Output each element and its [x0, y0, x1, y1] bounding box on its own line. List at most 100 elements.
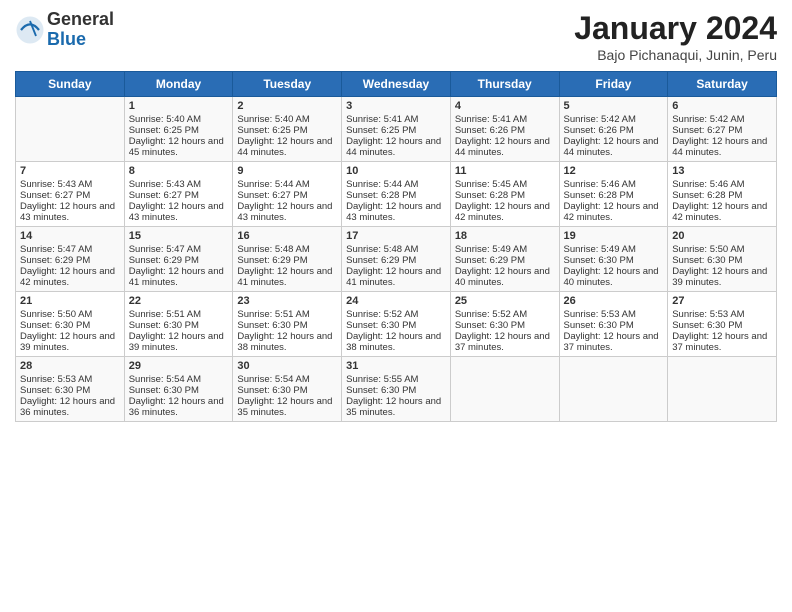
sunset-text: Sunset: 6:30 PM	[346, 320, 446, 331]
daylight-text: Daylight: 12 hours and 42 minutes.	[564, 201, 664, 223]
daylight-text: Daylight: 12 hours and 43 minutes.	[237, 201, 337, 223]
sunset-text: Sunset: 6:25 PM	[237, 125, 337, 136]
logo-text: General Blue	[47, 10, 114, 50]
daylight-text: Daylight: 12 hours and 43 minutes.	[129, 201, 229, 223]
daylight-text: Daylight: 12 hours and 36 minutes.	[129, 396, 229, 418]
main-container: General Blue January 2024 Bajo Pichanaqu…	[0, 0, 792, 432]
calendar-cell: 20Sunrise: 5:50 AMSunset: 6:30 PMDayligh…	[668, 227, 777, 292]
week-row-1: 1Sunrise: 5:40 AMSunset: 6:25 PMDaylight…	[16, 97, 777, 162]
sunset-text: Sunset: 6:27 PM	[20, 190, 120, 201]
day-header-thursday: Thursday	[450, 72, 559, 97]
title-block: January 2024 Bajo Pichanaqui, Junin, Per…	[574, 10, 777, 63]
sunrise-text: Sunrise: 5:54 AM	[129, 374, 229, 385]
calendar-cell: 22Sunrise: 5:51 AMSunset: 6:30 PMDayligh…	[124, 292, 233, 357]
sunrise-text: Sunrise: 5:42 AM	[564, 114, 664, 125]
sunset-text: Sunset: 6:30 PM	[20, 385, 120, 396]
day-number: 22	[129, 295, 229, 307]
day-number: 27	[672, 295, 772, 307]
calendar-cell: 13Sunrise: 5:46 AMSunset: 6:28 PMDayligh…	[668, 162, 777, 227]
sunset-text: Sunset: 6:27 PM	[672, 125, 772, 136]
week-row-5: 28Sunrise: 5:53 AMSunset: 6:30 PMDayligh…	[16, 357, 777, 422]
day-number: 4	[455, 100, 555, 112]
sunrise-text: Sunrise: 5:53 AM	[20, 374, 120, 385]
daylight-text: Daylight: 12 hours and 42 minutes.	[20, 266, 120, 288]
daylight-text: Daylight: 12 hours and 41 minutes.	[237, 266, 337, 288]
sunset-text: Sunset: 6:29 PM	[20, 255, 120, 266]
subtitle: Bajo Pichanaqui, Junin, Peru	[574, 47, 777, 63]
calendar-cell: 10Sunrise: 5:44 AMSunset: 6:28 PMDayligh…	[342, 162, 451, 227]
sunset-text: Sunset: 6:30 PM	[672, 320, 772, 331]
calendar-cell	[559, 357, 668, 422]
calendar-cell: 3Sunrise: 5:41 AMSunset: 6:25 PMDaylight…	[342, 97, 451, 162]
day-number: 1	[129, 100, 229, 112]
calendar-cell: 28 Sunrise: 5:53 AMSunset: 6:30 PMDayligh…	[16, 357, 125, 422]
sunset-text: Sunset: 6:28 PM	[455, 190, 555, 201]
sunrise-text: Sunrise: 5:49 AM	[455, 244, 555, 255]
daylight-text: Daylight: 12 hours and 39 minutes.	[20, 331, 120, 353]
calendar-table: SundayMondayTuesdayWednesdayThursdayFrid…	[15, 71, 777, 422]
day-number: 26	[564, 295, 664, 307]
sunrise-text: Sunrise: 5:44 AM	[346, 179, 446, 190]
month-title: January 2024	[574, 10, 777, 47]
daylight-text: Daylight: 12 hours and 40 minutes.	[564, 266, 664, 288]
week-row-3: 14Sunrise: 5:47 AMSunset: 6:29 PMDayligh…	[16, 227, 777, 292]
calendar-cell: 15Sunrise: 5:47 AMSunset: 6:29 PMDayligh…	[124, 227, 233, 292]
calendar-cell: 11Sunrise: 5:45 AMSunset: 6:28 PMDayligh…	[450, 162, 559, 227]
sunrise-text: Sunrise: 5:48 AM	[346, 244, 446, 255]
day-number: 31	[346, 360, 446, 372]
sunset-text: Sunset: 6:28 PM	[346, 190, 446, 201]
sunrise-text: Sunrise: 5:52 AM	[346, 309, 446, 320]
day-number: 23	[237, 295, 337, 307]
sunset-text: Sunset: 6:30 PM	[672, 255, 772, 266]
daylight-text: Daylight: 12 hours and 40 minutes.	[455, 266, 555, 288]
sunset-text: Sunset: 6:28 PM	[672, 190, 772, 201]
sunset-text: Sunset: 6:30 PM	[20, 320, 120, 331]
calendar-cell: 23Sunrise: 5:51 AMSunset: 6:30 PMDayligh…	[233, 292, 342, 357]
sunrise-text: Sunrise: 5:43 AM	[20, 179, 120, 190]
week-row-2: 7 Sunrise: 5:43 AMSunset: 6:27 PM Daylight…	[16, 162, 777, 227]
sunset-text: Sunset: 6:30 PM	[129, 320, 229, 331]
sunrise-text: Sunrise: 5:46 AM	[564, 179, 664, 190]
sunrise-text: Sunrise: 5:53 AM	[564, 309, 664, 320]
sunrise-text: Sunrise: 5:53 AM	[672, 309, 772, 320]
sunrise-text: Sunrise: 5:50 AM	[20, 309, 120, 320]
calendar-cell: 14Sunrise: 5:47 AMSunset: 6:29 PMDayligh…	[16, 227, 125, 292]
day-number: 19	[564, 230, 664, 242]
calendar-cell	[16, 97, 125, 162]
day-number: 21	[20, 295, 120, 307]
day-number: 28	[20, 360, 120, 372]
day-header-monday: Monday	[124, 72, 233, 97]
day-header-friday: Friday	[559, 72, 668, 97]
calendar-cell: 2Sunrise: 5:40 AMSunset: 6:25 PMDaylight…	[233, 97, 342, 162]
calendar-cell: 31Sunrise: 5:55 AMSunset: 6:30 PMDayligh…	[342, 357, 451, 422]
daylight-text: Daylight: 12 hours and 41 minutes.	[346, 266, 446, 288]
day-number: 25	[455, 295, 555, 307]
daylight-text: Daylight: 12 hours and 44 minutes.	[346, 136, 446, 158]
calendar-cell: 9Sunrise: 5:44 AMSunset: 6:27 PMDaylight…	[233, 162, 342, 227]
calendar-cell: 24Sunrise: 5:52 AMSunset: 6:30 PMDayligh…	[342, 292, 451, 357]
sunset-text: Sunset: 6:29 PM	[346, 255, 446, 266]
calendar-cell: 16Sunrise: 5:48 AMSunset: 6:29 PMDayligh…	[233, 227, 342, 292]
day-number: 6	[672, 100, 772, 112]
daylight-text: Daylight: 12 hours and 38 minutes.	[346, 331, 446, 353]
day-number: 8	[129, 165, 229, 177]
sunset-text: Sunset: 6:25 PM	[346, 125, 446, 136]
day-number: 16	[237, 230, 337, 242]
sunrise-text: Sunrise: 5:42 AM	[672, 114, 772, 125]
sunrise-text: Sunrise: 5:40 AM	[129, 114, 229, 125]
calendar-cell: 4Sunrise: 5:41 AMSunset: 6:26 PMDaylight…	[450, 97, 559, 162]
header-row: SundayMondayTuesdayWednesdayThursdayFrid…	[16, 72, 777, 97]
daylight-text: Daylight: 12 hours and 42 minutes.	[672, 201, 772, 223]
daylight-text: Daylight: 12 hours and 41 minutes.	[129, 266, 229, 288]
sunset-text: Sunset: 6:29 PM	[455, 255, 555, 266]
daylight-text: Daylight: 12 hours and 36 minutes.	[20, 396, 120, 418]
day-number: 7	[20, 165, 120, 177]
calendar-cell	[668, 357, 777, 422]
calendar-cell: 1Sunrise: 5:40 AMSunset: 6:25 PMDaylight…	[124, 97, 233, 162]
sunset-text: Sunset: 6:30 PM	[129, 385, 229, 396]
calendar-cell: 8Sunrise: 5:43 AMSunset: 6:27 PMDaylight…	[124, 162, 233, 227]
daylight-text: Daylight: 12 hours and 35 minutes.	[237, 396, 337, 418]
daylight-text: Daylight: 12 hours and 44 minutes.	[564, 136, 664, 158]
sunset-text: Sunset: 6:28 PM	[564, 190, 664, 201]
day-number: 3	[346, 100, 446, 112]
